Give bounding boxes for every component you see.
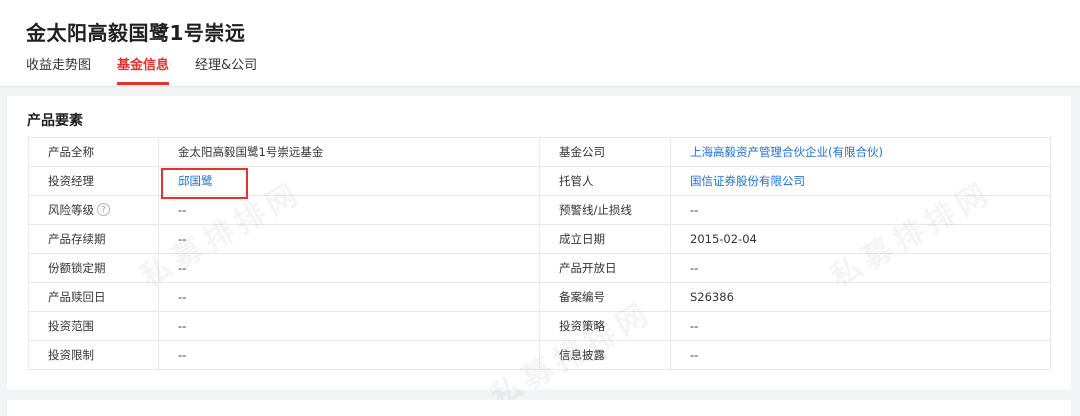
label-redemption-day: 产品赎回日 xyxy=(28,282,159,312)
table-row: 产品存续期 -- 成立日期 2015-02-04 xyxy=(28,224,1051,254)
table-row: 投资范围 -- 投资策略 -- xyxy=(28,311,1051,341)
custodian-link[interactable]: 国信证券股份有限公司 xyxy=(690,174,805,188)
label-investment-restrictions: 投资限制 xyxy=(28,340,159,370)
label-lockup-period: 份额锁定期 xyxy=(28,253,159,283)
tab-performance-chart[interactable]: 收益走势图 xyxy=(26,57,91,85)
label-disclosure: 信息披露 xyxy=(539,340,671,370)
value-filing-number: S26386 xyxy=(670,282,1051,312)
label-risk-level-cell: 风险等级? xyxy=(28,195,159,225)
value-risk-level: -- xyxy=(158,195,540,225)
label-duration: 产品存续期 xyxy=(28,224,159,254)
value-custodian-cell: 国信证券股份有限公司 xyxy=(670,166,1051,196)
table-row: 份额锁定期 -- 产品开放日 -- xyxy=(28,253,1051,283)
table-row: 投资经理 邱国鹭 托管人 国信证券股份有限公司 xyxy=(28,166,1051,196)
table-row: 投资限制 -- 信息披露 -- xyxy=(28,340,1051,370)
value-redemption-day: -- xyxy=(158,282,540,312)
value-disclosure: -- xyxy=(670,340,1051,370)
label-open-day: 产品开放日 xyxy=(539,253,671,283)
label-investment-strategy: 投资策略 xyxy=(539,311,671,341)
label-risk-level: 风险等级 xyxy=(48,203,94,217)
value-inception-date: 2015-02-04 xyxy=(670,224,1051,254)
page-header: 金太阳高毅国鹭1号崇远 收益走势图 基金信息 经理&公司 xyxy=(0,0,1080,87)
value-warning-stop-line: -- xyxy=(670,195,1051,225)
value-investment-manager-cell: 邱国鹭 xyxy=(158,166,540,196)
value-open-day: -- xyxy=(670,253,1051,283)
investment-manager-link[interactable]: 邱国鹭 xyxy=(178,174,213,188)
help-icon[interactable]: ? xyxy=(97,203,110,216)
table-row: 风险等级? -- 预警线/止损线 -- xyxy=(28,195,1051,225)
label-fund-company: 基金公司 xyxy=(539,137,671,167)
value-duration: -- xyxy=(158,224,540,254)
fund-company-link[interactable]: 上海高毅资产管理合伙企业(有限合伙) xyxy=(690,145,883,159)
value-fund-company-cell: 上海高毅资产管理合伙企业(有限合伙) xyxy=(670,137,1051,167)
product-elements-panel: 产品要素 产品全称 金太阳高毅国鹭1号崇远基金 基金公司 上海高毅资产管理合伙企… xyxy=(7,96,1071,390)
label-filing-number: 备案编号 xyxy=(539,282,671,312)
value-investment-strategy: -- xyxy=(670,311,1051,341)
tab-manager-company[interactable]: 经理&公司 xyxy=(195,57,257,85)
tab-bar: 收益走势图 基金信息 经理&公司 xyxy=(26,57,283,85)
table-row: 产品全称 金太阳高毅国鹭1号崇远基金 基金公司 上海高毅资产管理合伙企业(有限合… xyxy=(28,137,1051,167)
label-investment-manager: 投资经理 xyxy=(28,166,159,196)
value-full-name: 金太阳高毅国鹭1号崇远基金 xyxy=(158,137,540,167)
page-title: 金太阳高毅国鹭1号崇远 xyxy=(26,21,246,45)
product-info-table: 产品全称 金太阳高毅国鹭1号崇远基金 基金公司 上海高毅资产管理合伙企业(有限合… xyxy=(28,137,1051,370)
label-inception-date: 成立日期 xyxy=(539,224,671,254)
value-lockup-period: -- xyxy=(158,253,540,283)
value-investment-restrictions: -- xyxy=(158,340,540,370)
table-row: 产品赎回日 -- 备案编号 S26386 xyxy=(28,282,1051,312)
label-investment-scope: 投资范围 xyxy=(28,311,159,341)
next-panel-edge xyxy=(7,400,1071,416)
label-full-name: 产品全称 xyxy=(28,137,159,167)
label-custodian: 托管人 xyxy=(539,166,671,196)
section-title: 产品要素 xyxy=(27,113,83,129)
value-investment-scope: -- xyxy=(158,311,540,341)
tab-fund-info[interactable]: 基金信息 xyxy=(117,57,170,85)
label-warning-stop-line: 预警线/止损线 xyxy=(539,195,671,225)
